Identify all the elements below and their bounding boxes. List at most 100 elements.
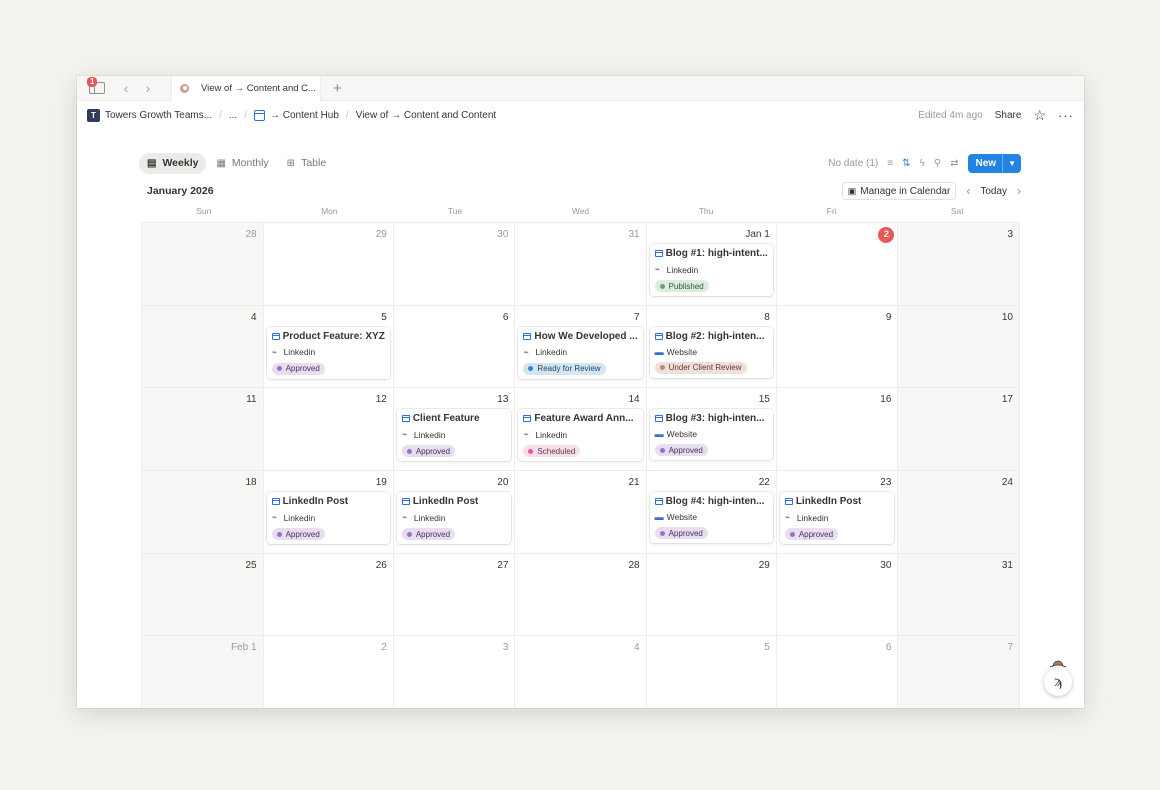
day-cell[interactable]: 29 (646, 553, 777, 637)
day-cell[interactable]: 25 (142, 553, 264, 637)
event-card[interactable]: Blog #2: high-inten... ▬ Website Under Clie… (649, 326, 773, 378)
day-cell[interactable]: 18 (142, 471, 264, 554)
manage-in-calendar-button[interactable]: ▣ Manage in Calendar (841, 182, 957, 200)
day-cell[interactable]: 14 Feature Award Ann... ⌁ Linkedin Scheduled (515, 388, 647, 472)
day-cell[interactable]: 11 (142, 388, 264, 472)
settings-sliders-icon[interactable]: ⇄ (950, 158, 958, 169)
day-cell[interactable]: 29 (263, 223, 394, 306)
hat-icon (1049, 660, 1067, 668)
event-card[interactable]: Product Feature: XYZ ⌁ Linkedin Approved (266, 326, 390, 379)
day-cell[interactable]: 4 (142, 305, 264, 389)
status-label: Approved (415, 529, 451, 539)
day-cell[interactable]: 3 (394, 636, 516, 708)
day-cell[interactable]: 30 (393, 223, 516, 306)
day-cell[interactable]: 26 (263, 553, 394, 637)
card-title: How We Developed ... (534, 330, 638, 342)
view-tab-weekly[interactable]: ▤ Weekly (139, 152, 207, 174)
day-cell[interactable]: 16 (776, 388, 899, 472)
day-cell[interactable]: 22 Blog #4: high-inten... ▬ Website Approved (646, 471, 777, 554)
day-cell[interactable]: 17 (898, 388, 1020, 472)
view-tab-monthly[interactable]: ▦ Monthly (208, 153, 276, 174)
chevron-right-icon[interactable]: › (1017, 184, 1021, 198)
event-card[interactable]: Blog #4: high-inten... ▬ Website Approved (649, 492, 773, 544)
more-options-icon[interactable]: ··· (1058, 108, 1074, 123)
day-cell[interactable]: 28 (142, 223, 264, 306)
chevron-left-icon[interactable]: ‹ (966, 184, 970, 198)
day-number: 31 (1001, 559, 1013, 571)
new-tab-button[interactable]: + (333, 80, 342, 97)
day-cell[interactable]: 12 (263, 388, 394, 472)
forward-arrow-icon[interactable]: › (139, 80, 157, 96)
link-icon: ⌁ (523, 429, 529, 440)
sidebar-toggle-icon[interactable]: 1 (87, 77, 105, 94)
share-button[interactable]: Share (995, 110, 1022, 121)
event-card[interactable]: Feature Award Ann... ⌁ Linkedin Scheduled (518, 409, 643, 462)
day-cell[interactable]: 5 (647, 636, 777, 708)
automation-icon[interactable]: ϟ (920, 158, 925, 169)
day-cell[interactable]: 27 (393, 553, 516, 637)
day-cell[interactable]: 2 (776, 223, 899, 306)
day-cell[interactable]: 21 (515, 471, 647, 554)
event-card[interactable]: LinkedIn Post ⌁ Linkedin Approved (779, 492, 895, 545)
calendar-grid: 28 29 30 31 Jan 1 Blog #1: high-intent... ⌁ Lin… (141, 222, 1020, 708)
day-cell[interactable]: 31 (515, 223, 647, 306)
event-card[interactable]: Blog #3: high-inten... ▬ Website Approved (649, 409, 773, 461)
event-card[interactable]: Blog #1: high-intent... ⌁ Linkedin Publishe… (649, 244, 773, 296)
day-cell[interactable]: Jan 1 Blog #1: high-intent... ⌁ Linkedin Pub… (646, 223, 777, 306)
day-cell[interactable]: 24 (898, 471, 1020, 554)
status-badge: Published (654, 280, 709, 292)
event-card[interactable]: Client Feature ⌁ Linkedin Approved (396, 409, 512, 462)
back-arrow-icon[interactable]: ‹ (117, 80, 135, 96)
day-cell[interactable]: 3 (898, 223, 1020, 306)
day-cell[interactable]: 8 Blog #2: high-inten... ▬ Website Under Cli… (646, 305, 777, 389)
day-cell[interactable]: 5 Product Feature: XYZ ⌁ Linkedin Approved (263, 305, 394, 389)
day-cell[interactable]: 28 (515, 553, 647, 637)
day-cell[interactable]: 7 (898, 636, 1020, 708)
event-card[interactable]: LinkedIn Post ⌁ Linkedin Approved (396, 492, 512, 545)
browser-tab[interactable]: View of → Content and C... (171, 76, 321, 101)
day-cell[interactable]: Feb 1 (142, 636, 264, 708)
card-title: Product Feature: XYZ (282, 330, 385, 342)
day-cell[interactable]: 20 LinkedIn Post ⌁ Linkedin Approved (393, 471, 516, 554)
view-tab-table[interactable]: ⊞ Table (279, 153, 335, 174)
help-button[interactable]: ϡ (1044, 660, 1072, 696)
page-icon (271, 498, 280, 506)
day-cell[interactable]: 6 (777, 636, 899, 708)
star-icon[interactable]: ☆ (1033, 107, 1046, 124)
card-title: Client Feature (412, 413, 480, 425)
calendar-icon: ▦ (216, 157, 226, 169)
day-cell[interactable]: 23 LinkedIn Post ⌁ Linkedin Approved (776, 471, 899, 554)
status-badge: Approved (654, 527, 708, 540)
new-button[interactable]: New ▼ (967, 153, 1021, 173)
event-card[interactable]: How We Developed ... ⌁ Linkedin Ready for R… (518, 326, 643, 379)
day-cell[interactable]: 10 (898, 305, 1020, 389)
channel-label: Website (666, 429, 698, 440)
day-cell[interactable]: 30 (776, 553, 899, 637)
today-button[interactable]: Today (980, 186, 1007, 197)
day-cell[interactable]: 7 How We Developed ... ⌁ Linkedin Ready for … (515, 305, 647, 389)
breadcrumb-separator: / (219, 109, 222, 121)
card-title-row: LinkedIn Post (784, 496, 890, 507)
day-cell[interactable]: 9 (776, 305, 899, 389)
search-icon[interactable]: ⚲ (934, 158, 941, 169)
day-cell[interactable]: 6 (393, 305, 516, 389)
breadcrumb-view[interactable]: View of → Content and Content (356, 110, 496, 121)
day-cell[interactable]: 13 Client Feature ⌁ Linkedin Approved (393, 388, 516, 472)
tab-title: View of → Content and C... (201, 82, 316, 94)
day-cell[interactable]: 19 LinkedIn Post ⌁ Linkedin Approved (263, 471, 394, 554)
breadcrumb-bar: T Towers Growth Teams... / ... / → Conte… (77, 101, 1084, 129)
breadcrumb-ellipsis[interactable]: ... (229, 110, 237, 121)
breadcrumb-workspace[interactable]: Towers Growth Teams... (105, 110, 212, 121)
day-number: 13 (497, 394, 509, 406)
filter-icon[interactable]: ≡ (887, 158, 893, 169)
day-cell[interactable]: 2 (264, 636, 394, 708)
sort-icon[interactable]: ⇅ (902, 158, 910, 169)
day-cell[interactable]: 31 (898, 553, 1020, 637)
no-date-button[interactable]: No date (1) (828, 158, 878, 169)
chevron-down-icon[interactable]: ▼ (1002, 153, 1021, 173)
event-card[interactable]: LinkedIn Post ⌁ Linkedin Approved (266, 492, 390, 545)
day-cell[interactable]: 4 (515, 636, 647, 708)
day-cell[interactable]: 15 Blog #3: high-inten... ▬ Website Approved (646, 388, 777, 472)
breadcrumb-content-hub[interactable]: → Content Hub (270, 110, 339, 121)
status-label: Approved (668, 528, 703, 538)
